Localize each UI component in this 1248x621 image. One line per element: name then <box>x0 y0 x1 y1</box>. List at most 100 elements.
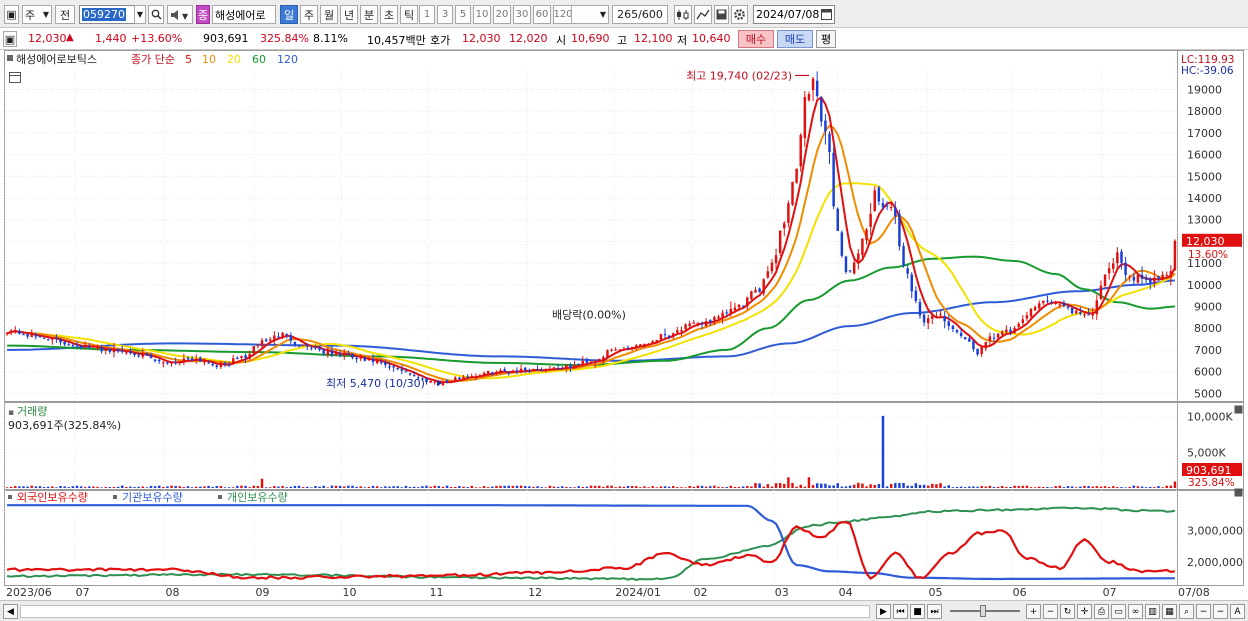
stop-icon[interactable]: ■ <box>910 604 925 619</box>
volume-bar <box>120 485 124 488</box>
stock-code-input[interactable]: 059270 <box>79 5 135 24</box>
interval-custom-select[interactable]: ▼ <box>571 5 609 24</box>
volume-bar <box>857 482 860 488</box>
interval-button[interactable]: 10 <box>473 5 491 24</box>
legend-stock-name: 해성에어로보틱스 <box>16 52 97 66</box>
volume-bar <box>972 486 975 488</box>
candle-body <box>1013 328 1016 334</box>
volume-bar <box>495 485 498 488</box>
interval-button[interactable]: 5 <box>455 5 471 24</box>
chart-svg[interactable]: 5000600070008000900010000110001200013000… <box>0 50 1248 600</box>
volume-bar <box>79 486 83 488</box>
volume-bar <box>203 486 206 488</box>
volume-bar <box>51 486 54 488</box>
capture-icon[interactable]: ▭ <box>1111 604 1126 619</box>
candle-type-icon[interactable] <box>674 5 692 24</box>
interval-button[interactable]: 20 <box>493 5 511 24</box>
volume-bar <box>1103 486 1107 488</box>
refresh-icon[interactable]: ↻ <box>1060 604 1075 619</box>
crosshair-icon[interactable]: ✛ <box>1077 604 1092 619</box>
count-field[interactable]: 265/600 <box>612 5 668 24</box>
zoom-slider-handle[interactable] <box>980 605 986 617</box>
settings-gear-icon[interactable] <box>731 5 748 24</box>
volume-bar <box>931 483 934 488</box>
date-field[interactable]: 2024/07/08 <box>753 5 835 24</box>
avg-button[interactable]: 평 <box>816 30 836 48</box>
volume-bar <box>1029 487 1033 488</box>
interval-button[interactable]: 3 <box>437 5 453 24</box>
interval-button[interactable]: 120 <box>553 5 573 24</box>
zoom-in-icon[interactable]: + <box>1026 604 1041 619</box>
volume-bar <box>108 487 112 488</box>
interval-button[interactable]: 1 <box>419 5 435 24</box>
volume-bar <box>310 487 313 488</box>
volume-bar <box>178 486 182 488</box>
buy-button[interactable]: 매수 <box>738 30 774 48</box>
volume-bar <box>828 485 831 488</box>
font-size-icon[interactable]: A <box>1230 604 1245 619</box>
volume-bar <box>836 483 839 488</box>
scrollbar-track[interactable] <box>20 605 870 618</box>
calendar-icon[interactable] <box>821 8 832 23</box>
candle-body <box>67 344 70 346</box>
candle-body <box>120 350 124 352</box>
prev-button[interactable]: 전 <box>55 5 75 24</box>
holder-legend-icon <box>218 495 222 499</box>
bottom-bar: ◀ ▶ ⏮ ■ ⏭ + − ↻ ✛ ⎙ ▭ ∞ ▥ ▦ ⌕ − − A <box>0 600 1248 621</box>
candle-body <box>1017 323 1020 327</box>
line-tool-icon[interactable] <box>694 5 712 24</box>
dash-icon[interactable]: − <box>1213 604 1228 619</box>
period-button[interactable]: 초 <box>380 5 398 24</box>
zoom-out-icon[interactable]: − <box>1043 604 1058 619</box>
candle-body <box>688 323 691 327</box>
candle-body <box>807 94 811 101</box>
volume-bar <box>914 483 918 488</box>
interval-button[interactable]: 30 <box>513 5 531 24</box>
volume-bar <box>1079 486 1082 488</box>
scroll-right-icon[interactable]: ▶ <box>876 604 891 619</box>
price-tick-label: 19000 <box>1187 84 1222 97</box>
print-icon[interactable]: ⎙ <box>1094 604 1109 619</box>
volume-bar <box>540 487 543 488</box>
grid-icon[interactable]: ▦ <box>1162 604 1177 619</box>
speaker-icon[interactable]: ▼ <box>167 5 193 24</box>
volume-bar <box>499 485 502 488</box>
candle-body <box>162 362 165 364</box>
volume-bar <box>334 485 338 488</box>
volume-bar <box>635 486 638 488</box>
period-button[interactable]: 틱 <box>400 5 418 24</box>
link-icon[interactable]: ∞ <box>1128 604 1143 619</box>
search-icon[interactable] <box>148 5 164 24</box>
scroll-left-icon[interactable]: ◀ <box>3 604 18 619</box>
minus-icon[interactable]: − <box>1196 604 1211 619</box>
candle-body <box>963 337 967 340</box>
magnifier-icon[interactable]: ⌕ <box>1179 604 1194 619</box>
period-button[interactable]: 일 <box>280 5 298 24</box>
candle-body <box>791 181 794 205</box>
volume-bar <box>762 486 765 488</box>
chart-type-icon[interactable]: ▥ <box>1145 604 1160 619</box>
volume-bar <box>236 485 239 488</box>
volume-bar <box>704 486 708 488</box>
candle-body <box>153 359 157 362</box>
window-menu-icon[interactable]: ▣ <box>4 5 19 24</box>
period-button[interactable]: 년 <box>340 5 358 24</box>
code-dropdown-icon[interactable]: ▼ <box>134 5 146 24</box>
candle-body <box>441 381 445 386</box>
sell-button[interactable]: 매도 <box>777 30 813 48</box>
candle-body <box>778 230 782 253</box>
volume-bar <box>96 486 99 488</box>
interval-button[interactable]: 60 <box>533 5 551 24</box>
last-page-icon[interactable]: ⏭ <box>927 604 942 619</box>
volume-bar <box>1038 486 1041 488</box>
period-button[interactable]: 주 <box>300 5 318 24</box>
first-page-icon[interactable]: ⏮ <box>893 604 908 619</box>
volume-bar <box>264 487 268 488</box>
period-button[interactable]: 분 <box>360 5 378 24</box>
quote-menu-icon[interactable]: ▣ <box>3 31 17 47</box>
market-select[interactable]: 주 ▼ <box>22 5 52 24</box>
volume-bar <box>750 486 753 488</box>
period-button[interactable]: 월 <box>320 5 338 24</box>
volume-bar <box>421 486 424 488</box>
save-icon[interactable] <box>714 5 729 24</box>
